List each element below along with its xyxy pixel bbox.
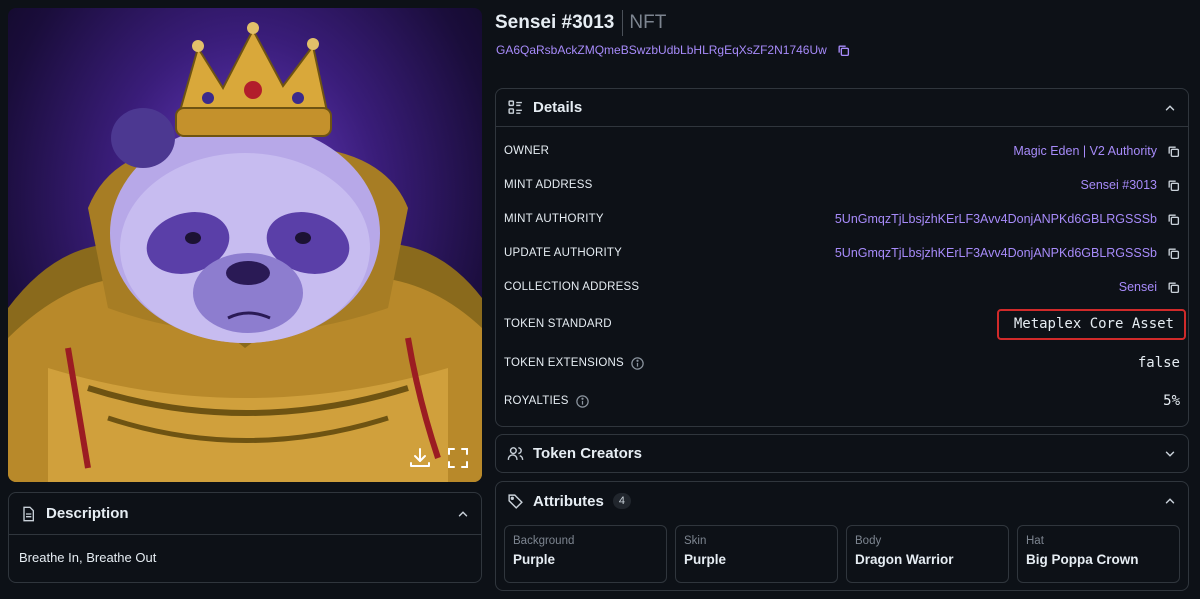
detail-row-mint-authority: MINT AUTHORITY 5UnGmqzTjLbsjzhKErLF3Avv4… bbox=[496, 202, 1188, 236]
chevron-down-icon[interactable] bbox=[1162, 446, 1178, 462]
panda-king-artwork bbox=[8, 22, 482, 482]
chevron-up-icon[interactable] bbox=[1162, 100, 1178, 116]
attributes-card: Attributes 4 Background Purple Skin Purp… bbox=[495, 481, 1189, 591]
attribute-item: Body Dragon Warrior bbox=[846, 525, 1009, 583]
mint-authority-link[interactable]: 5UnGmqzTjLbsjzhKErLF3Avv4DonjANPKd6GBLRG… bbox=[835, 212, 1157, 226]
detail-row-token-standard: TOKEN STANDARD Metaplex Core Asset bbox=[496, 304, 1188, 344]
chevron-up-icon[interactable] bbox=[455, 506, 471, 522]
attributes-title: Attributes bbox=[533, 492, 604, 510]
detail-row-mint-address: MINT ADDRESS Sensei #3013 bbox=[496, 168, 1188, 202]
detail-label: ROYALTIES bbox=[504, 395, 569, 407]
owner-link[interactable]: Magic Eden | V2 Authority bbox=[1013, 144, 1157, 158]
copy-icon[interactable] bbox=[1167, 281, 1180, 294]
attribute-type: Skin bbox=[684, 535, 707, 547]
copy-icon[interactable] bbox=[837, 44, 850, 57]
description-title: Description bbox=[46, 505, 129, 522]
attribute-type: Background bbox=[513, 535, 575, 547]
title-row: Sensei #3013 NFT bbox=[495, 10, 666, 36]
attribute-type: Body bbox=[855, 535, 882, 547]
info-icon[interactable] bbox=[575, 394, 590, 409]
asset-address[interactable]: GA6QaRsbAckZMQmeBSwzbUdbLbHLRgEqXsZF2N17… bbox=[496, 43, 827, 57]
detail-row-owner: OWNER Magic Eden | V2 Authority bbox=[496, 134, 1188, 168]
download-icon[interactable] bbox=[408, 446, 434, 472]
nft-image bbox=[8, 8, 482, 482]
token-standard-value: Metaplex Core Asset bbox=[996, 308, 1186, 340]
attribute-value: Purple bbox=[513, 552, 556, 567]
description-card: Description Breathe In, Breathe Out bbox=[8, 492, 482, 583]
token-creators-card: Token Creators bbox=[495, 434, 1189, 473]
attribute-value: Dragon Warrior bbox=[855, 552, 954, 567]
tag-icon bbox=[506, 492, 524, 510]
details-header[interactable]: Details bbox=[496, 89, 1188, 127]
left-column bbox=[8, 8, 482, 482]
title-divider bbox=[622, 10, 624, 36]
attribute-type: Hat bbox=[1026, 535, 1044, 547]
detail-label: TOKEN STANDARD bbox=[504, 318, 612, 330]
detail-row-token-extensions: TOKEN EXTENSIONS false bbox=[496, 344, 1188, 382]
attributes-grid: Background Purple Skin Purple Body Drago… bbox=[496, 520, 1188, 588]
token-creators-title: Token Creators bbox=[533, 445, 642, 462]
token-extensions-value: false bbox=[1137, 355, 1180, 371]
detail-label: MINT AUTHORITY bbox=[504, 213, 604, 225]
fullscreen-icon[interactable] bbox=[446, 446, 472, 472]
description-text: Breathe In, Breathe Out bbox=[19, 550, 157, 565]
update-authority-link[interactable]: 5UnGmqzTjLbsjzhKErLF3Avv4DonjANPKd6GBLRG… bbox=[835, 246, 1157, 260]
royalties-value: 5% bbox=[1163, 393, 1180, 409]
page-title: Sensei #3013 bbox=[495, 12, 615, 33]
detail-label: MINT ADDRESS bbox=[504, 179, 593, 191]
details-card: Details OWNER Magic Eden | V2 Authority … bbox=[495, 88, 1189, 427]
collection-link[interactable]: Sensei bbox=[1119, 280, 1157, 294]
token-creators-header[interactable]: Token Creators bbox=[496, 435, 1188, 472]
copy-icon[interactable] bbox=[1167, 179, 1180, 192]
document-icon bbox=[19, 505, 37, 523]
attributes-header[interactable]: Attributes 4 bbox=[496, 482, 1188, 520]
detail-label: TOKEN EXTENSIONS bbox=[504, 357, 624, 369]
detail-label: OWNER bbox=[504, 145, 550, 157]
details-title: Details bbox=[533, 99, 583, 116]
description-header[interactable]: Description bbox=[9, 493, 481, 535]
detail-label: COLLECTION ADDRESS bbox=[504, 281, 640, 293]
list-details-icon bbox=[506, 99, 524, 117]
asset-type-label: NFT bbox=[629, 12, 667, 33]
attributes-count-badge: 4 bbox=[612, 493, 631, 509]
detail-label: UPDATE AUTHORITY bbox=[504, 247, 622, 259]
mint-address-link[interactable]: Sensei #3013 bbox=[1081, 178, 1157, 192]
attribute-value: Purple bbox=[684, 552, 727, 567]
detail-row-update-authority: UPDATE AUTHORITY 5UnGmqzTjLbsjzhKErLF3Av… bbox=[496, 236, 1188, 270]
detail-row-royalties: ROYALTIES 5% bbox=[496, 382, 1188, 420]
asset-address-row: GA6QaRsbAckZMQmeBSwzbUdbLbHLRgEqXsZF2N17… bbox=[496, 43, 850, 57]
copy-icon[interactable] bbox=[1167, 247, 1180, 260]
chevron-up-icon[interactable] bbox=[1162, 493, 1178, 509]
detail-row-collection-address: COLLECTION ADDRESS Sensei bbox=[496, 270, 1188, 304]
attribute-item: Background Purple bbox=[504, 525, 667, 583]
copy-icon[interactable] bbox=[1167, 145, 1180, 158]
info-icon[interactable] bbox=[630, 356, 645, 371]
copy-icon[interactable] bbox=[1167, 213, 1180, 226]
attribute-item: Hat Big Poppa Crown bbox=[1017, 525, 1180, 583]
attribute-item: Skin Purple bbox=[675, 525, 838, 583]
attribute-value: Big Poppa Crown bbox=[1026, 552, 1139, 567]
users-icon bbox=[506, 445, 524, 463]
